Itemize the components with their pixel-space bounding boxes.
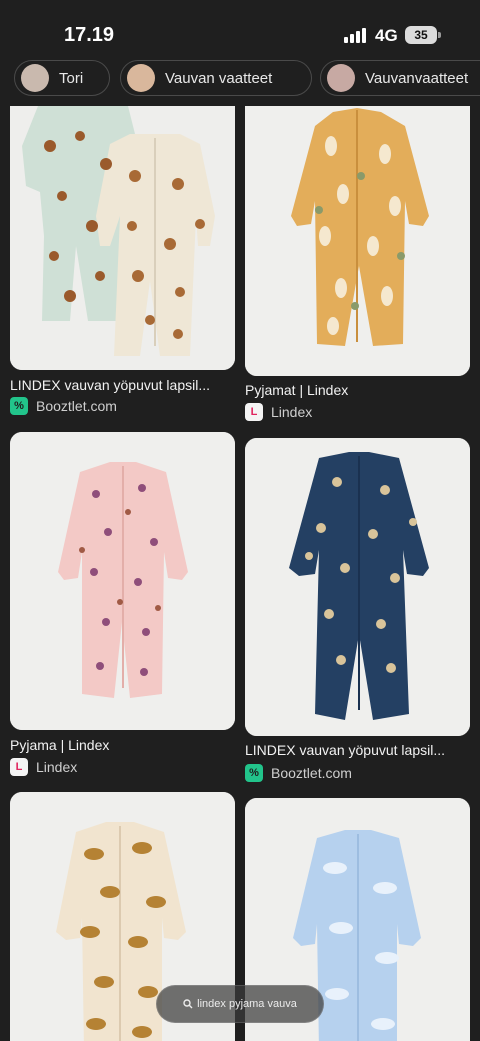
network-label: 4G [375, 26, 398, 45]
result-image[interactable] [10, 432, 235, 730]
status-bar: 17.19 4G 35 [0, 0, 480, 62]
result-source-label: Lindex [271, 404, 313, 420]
search-icon [183, 999, 193, 1009]
chip-thumbnail [127, 64, 155, 92]
result-source[interactable]: % Booztlet.com [245, 764, 352, 782]
result-title[interactable]: Pyjamat | Lindex [245, 382, 470, 398]
signal-icon [344, 27, 368, 43]
chip-label: Vauvan vaatteet [165, 69, 273, 87]
chip-thumbnail [327, 64, 355, 92]
related-chips: Tori Vauvan vaatteet Vauvanvaatteet [0, 60, 480, 100]
result-image[interactable] [245, 106, 470, 376]
result-source[interactable]: % Booztlet.com [10, 397, 117, 415]
result-source[interactable]: L Lindex [10, 758, 77, 776]
result-title[interactable]: LINDEX vauvan yöpuvut lapsil... [10, 377, 238, 393]
chip-tori[interactable]: Tori [14, 60, 110, 96]
search-query-pill[interactable]: lindex pyjama vauva [156, 985, 324, 1023]
chip-vauvanvaatteet[interactable]: Vauvanvaatteet [320, 60, 480, 96]
result-image[interactable] [245, 438, 470, 736]
result-source[interactable]: L Lindex [245, 403, 312, 421]
chip-label: Vauvanvaatteet [365, 69, 469, 87]
result-title[interactable]: LINDEX vauvan yöpuvut lapsil... [245, 742, 470, 758]
chip-label: Tori [59, 69, 84, 87]
result-title[interactable]: Pyjama | Lindex [10, 737, 238, 753]
chip-vauvan-vaatteet[interactable]: Vauvan vaatteet [120, 60, 312, 96]
lindex-icon: L [245, 403, 263, 421]
chip-thumbnail [21, 64, 49, 92]
result-image[interactable] [10, 106, 235, 370]
result-source-label: Booztlet.com [271, 765, 352, 781]
lindex-icon: L [10, 758, 28, 776]
booztlet-icon: % [245, 764, 263, 782]
result-source-label: Lindex [36, 759, 78, 775]
battery-icon: 35 [405, 26, 441, 44]
result-source-label: Booztlet.com [36, 398, 117, 414]
status-time: 17.19 [64, 24, 115, 46]
search-query-text: lindex pyjama vauva [197, 998, 297, 1010]
booztlet-icon: % [10, 397, 28, 415]
